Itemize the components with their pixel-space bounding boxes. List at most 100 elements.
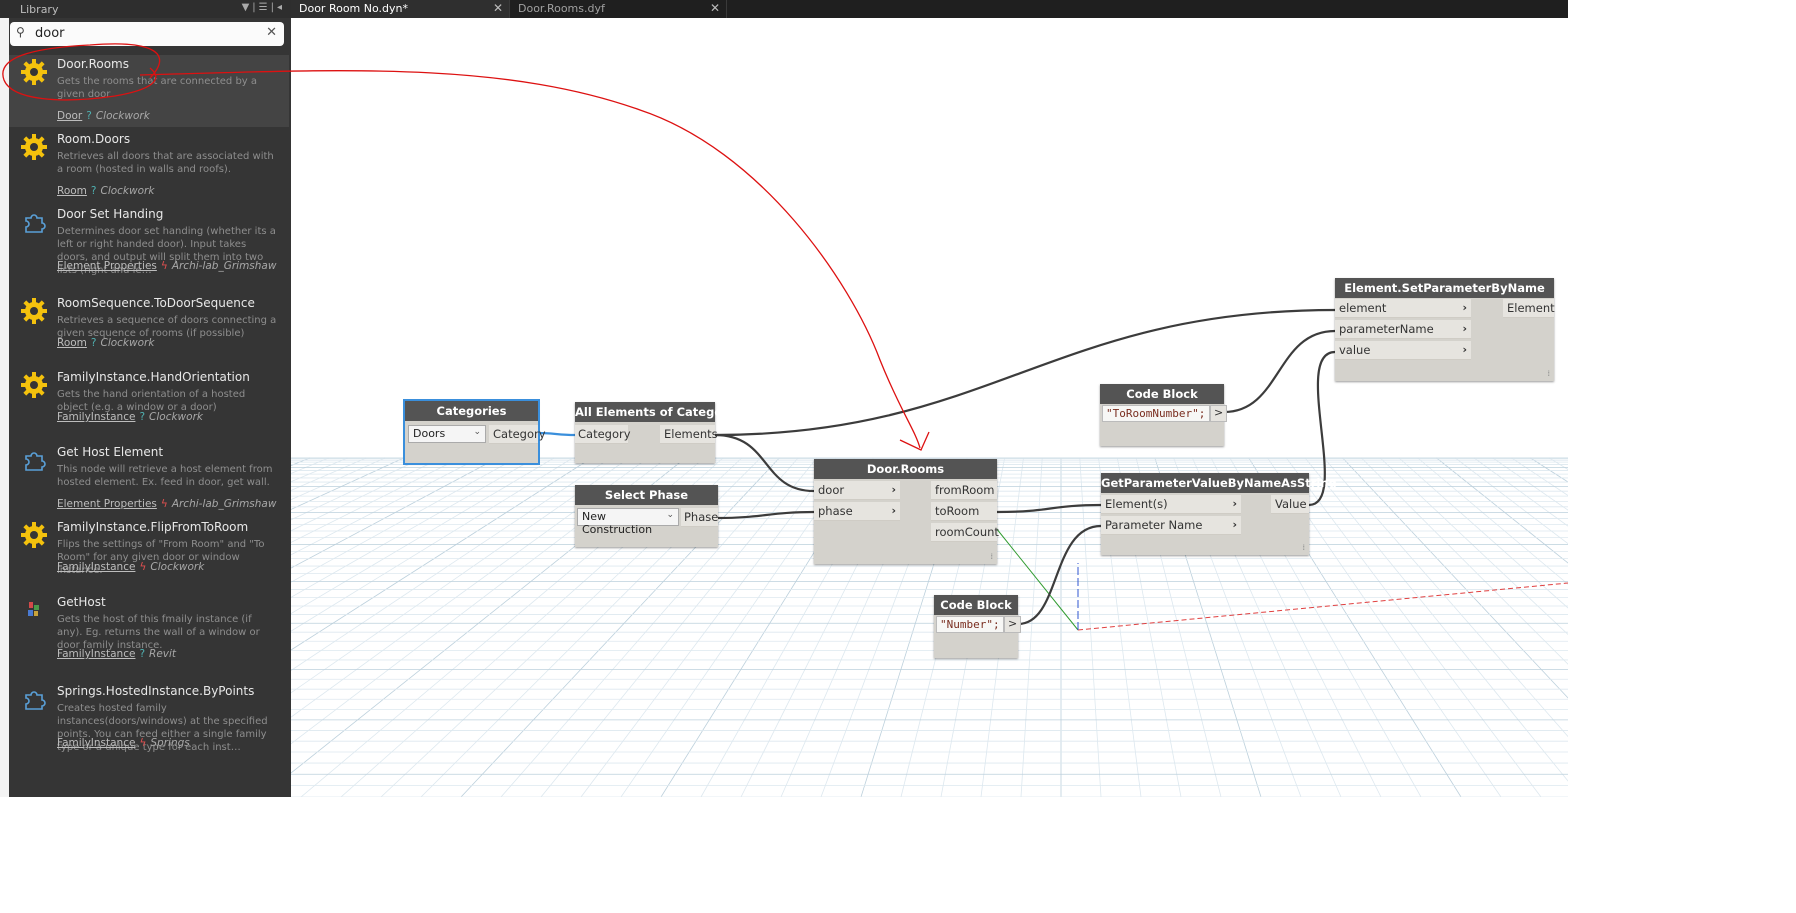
resize-grip[interactable]: ⁞ [1547,369,1550,378]
clear-icon[interactable]: ✕ [266,25,277,40]
node-all-elements-of-category[interactable]: All Elements of Category Category Elemen… [575,402,735,463]
output-port[interactable]: Category [489,425,546,444]
node-title: Select Phase [575,485,718,505]
library-toolbar[interactable]: ▼|☰|◂ [242,2,285,13]
output-port[interactable]: > [1210,405,1228,422]
output-port[interactable]: Elements [660,425,718,444]
input-port-parameter-name[interactable]: Parameter Name › [1101,516,1241,535]
result-category-link[interactable]: Room [57,337,87,349]
node-title: GetParameterValueByNameAsString [1101,473,1337,493]
library-title: Library [20,3,59,16]
chevron-right-icon: › [1462,322,1467,335]
categories-dropdown[interactable]: Doors ⌄ [408,425,486,443]
result-package: Clockwork [149,411,203,423]
result-category-link[interactable]: FamilyInstance [57,561,135,573]
result-marker: ? [139,411,146,423]
input-port-element[interactable]: element › [1335,299,1471,318]
library-result[interactable]: Room.Doors Retrieves all doors that are a… [9,130,289,202]
result-name: Room.Doors [57,132,131,146]
result-meta: Element Properties ϟ Archi-lab_Grimshaw [57,260,276,272]
node-code-block-1[interactable]: Code Block "ToRoomNumber"; > [1100,384,1228,446]
input-port-value[interactable]: value › [1335,341,1471,360]
output-port[interactable]: Phase [681,508,718,527]
tab-label: Door.Rooms.dyf [518,2,605,15]
input-port-phase[interactable]: phase › [814,502,900,521]
code-editor[interactable]: "ToRoomNumber"; [1102,405,1210,422]
close-icon[interactable]: ✕ [710,1,720,15]
result-name: Door Set Handing [57,207,164,221]
result-meta: FamilyInstance? Revit [57,648,176,660]
result-category-link[interactable]: Room [57,185,87,197]
library-result[interactable]: Springs.HostedInstance.ByPoints Creates h… [9,682,289,754]
output-port[interactable]: > [1004,616,1022,633]
node-title: Element.SetParameterByName [1335,278,1554,298]
wire-elements-to-door [714,433,815,493]
result-meta: Door? Clockwork [57,110,150,122]
output-port-element[interactable]: Element [1503,299,1555,318]
library-result[interactable]: Get Host Element This node will retrieve … [9,443,289,515]
code-editor[interactable]: "Number"; [936,616,1004,633]
input-port-door[interactable]: door › [814,481,900,500]
result-package: Archi-lab_Grimshaw [171,498,277,510]
input-port[interactable]: Category [575,425,631,444]
tab-door-room-dyn[interactable]: Door Room No.dyn* ✕ [291,0,510,18]
result-name: Door.Rooms [57,57,129,71]
result-description: Gets the host of this fmaily instance (i… [57,614,260,651]
output-port-fromroom[interactable]: fromRoom [931,481,997,500]
result-description: This node will retrieve a host element f… [57,464,273,488]
result-category-link[interactable]: FamilyInstance [57,648,135,660]
result-category-link[interactable]: Element Properties [57,260,157,272]
resize-grip[interactable]: ⁞ [1302,543,1305,552]
port-label: Parameter Name [1105,518,1203,532]
output-port-toroom[interactable]: toRoom [931,502,997,521]
close-icon[interactable]: ✕ [493,1,503,15]
node-code-block-2[interactable]: Code Block "Number"; > [934,595,1022,658]
gear-icon [21,134,47,160]
result-meta: Element Properties ϟ Archi-lab_Grimshaw [57,498,276,510]
result-package: Archi-lab_Grimshaw [171,260,277,272]
port-label: element [1339,301,1387,315]
output-port-value[interactable]: Value [1271,495,1309,514]
search-box[interactable]: ⚲ door ✕ [10,22,284,46]
node-categories[interactable]: Categories Doors ⌄ Category [403,399,546,465]
result-package: Revit [149,648,177,660]
search-input[interactable]: door [35,26,65,41]
result-category-link[interactable]: FamilyInstance [57,411,135,423]
port-label: Element(s) [1105,497,1168,511]
result-category-link[interactable]: Element Properties [57,498,157,510]
puzzle-icon [21,209,47,235]
node-set-parameter-by-name[interactable]: Element.SetParameterByName element › par… [1335,278,1555,381]
wire-toroom-to-elements [996,503,1102,514]
library-result[interactable]: FamilyInstance.HandOrientation Gets the h… [9,368,289,440]
input-port-parameter-name[interactable]: parameterName › [1335,320,1471,339]
result-meta: Room? Clockwork [57,185,154,197]
phase-dropdown[interactable]: New Construction ⌄ [577,508,679,536]
node-title: Door.Rooms [814,459,997,479]
node-title: Code Block [1100,384,1224,404]
node-select-phase[interactable]: Select Phase New Construction ⌄ Phase [575,485,718,547]
port-label: Category [578,427,631,441]
tab-door-rooms-dyf[interactable]: Door.Rooms.dyf ✕ [510,0,727,18]
family-icon [21,597,47,623]
result-package: Clockwork [100,337,155,349]
result-category-link[interactable]: FamilyInstance [57,737,135,749]
result-marker: ? [86,110,92,122]
node-get-parameter-value[interactable]: GetParameterValueByNameAsString Element(… [1101,473,1337,555]
node-door-rooms[interactable]: Door.Rooms door › phase › fromRoom toRoo… [814,459,999,564]
library-result[interactable]: FamilyInstance.FlipFromToRoom Flips the s… [9,518,289,590]
output-port-roomcount[interactable]: roomCount [931,523,999,542]
wire-elements-to-set-element [714,308,1336,437]
result-category-link[interactable]: Door [57,110,82,122]
resize-grip[interactable]: ⁞ [990,552,993,561]
port-label: value [1339,343,1371,357]
library-result[interactable]: Door.Rooms Gets the rooms that are connec… [9,55,289,127]
graph-canvas[interactable]: Categories Doors ⌄ Category All Elements… [291,18,1568,797]
node-title: Categories [405,401,538,421]
result-name: RoomSequence.ToDoorSequence [57,296,255,310]
library-result[interactable]: GetHost Gets the host of this fmaily inst… [9,593,289,665]
library-result[interactable]: Door Set Handing Determines door set hand… [9,205,289,277]
tab-label: Door Room No.dyn* [299,2,408,15]
input-port-elements[interactable]: Element(s) › [1101,495,1241,514]
library-result[interactable]: RoomSequence.ToDoorSequence Retrieves a s… [9,294,289,366]
result-marker: ? [139,648,146,660]
